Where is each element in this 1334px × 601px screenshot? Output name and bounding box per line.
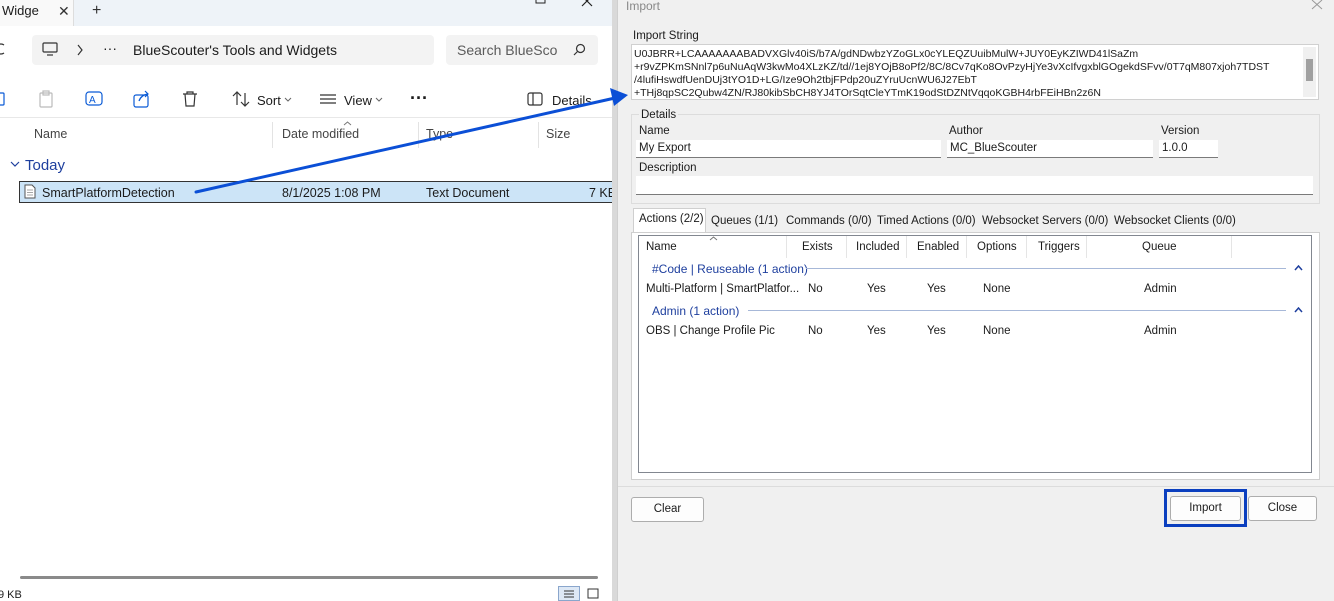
annotation-arrow-icon: [194, 88, 628, 194]
